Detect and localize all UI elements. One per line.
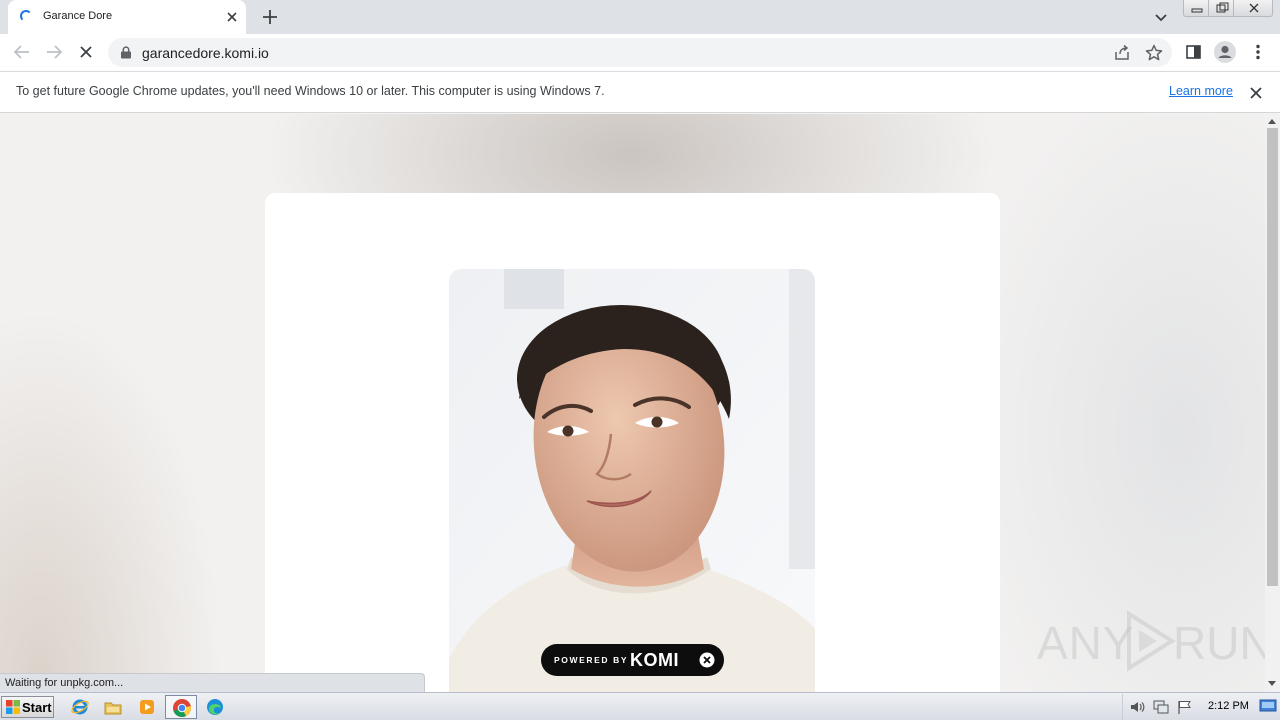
speaker-icon[interactable] <box>1129 699 1147 715</box>
windows-taskbar: Start 2:12 PM <box>0 692 1280 720</box>
minimize-button[interactable] <box>1183 0 1209 17</box>
loading-spinner-icon <box>20 10 32 22</box>
vertical-scrollbar[interactable] <box>1265 114 1280 692</box>
tab-title: Garance Dore <box>43 10 113 22</box>
stop-icon[interactable] <box>73 39 99 65</box>
profile-icon[interactable] <box>1212 39 1238 65</box>
play-logo-icon <box>1127 610 1176 672</box>
status-bubble: Waiting for unpkg.com... <box>0 673 425 692</box>
watermark-text-right: RUN <box>1173 617 1265 669</box>
scroll-thumb[interactable] <box>1267 128 1278 586</box>
status-text: Waiting for unpkg.com... <box>5 677 124 689</box>
share-icon[interactable] <box>1111 42 1133 64</box>
close-icon[interactable] <box>222 7 242 27</box>
forward-arrow-icon[interactable] <box>41 39 67 65</box>
clock[interactable]: 2:12 PM <box>1208 700 1249 712</box>
new-tab-button[interactable] <box>259 6 281 28</box>
folder-icon[interactable] <box>103 697 123 717</box>
powered-by-label: POWERED BY <box>554 655 629 665</box>
anyrun-watermark: ANY RUN <box>1037 608 1265 678</box>
browser-tab[interactable]: Garance Dore <box>8 0 246 34</box>
page-content: POWERED BY KOMI ANY RUN Waiting for unpk… <box>0 114 1265 692</box>
media-player-icon[interactable] <box>137 697 157 717</box>
scroll-up-arrow-icon[interactable] <box>1268 119 1276 124</box>
windows-flag-icon <box>6 700 20 714</box>
address-bar[interactable]: garancedore.komi.io <box>108 38 1172 67</box>
close-icon[interactable] <box>699 652 715 668</box>
start-button[interactable]: Start <box>1 696 54 718</box>
chrome-icon <box>173 699 192 717</box>
url-text[interactable]: garancedore.komi.io <box>142 45 269 61</box>
scroll-down-arrow-icon[interactable] <box>1268 681 1276 686</box>
komi-logo: KOMI <box>630 650 679 670</box>
infobar-message: To get future Google Chrome updates, you… <box>16 84 605 98</box>
lock-icon[interactable] <box>120 46 132 59</box>
chevron-down-icon[interactable] <box>1151 7 1171 27</box>
profile-card: POWERED BY KOMI <box>265 193 1000 692</box>
close-icon[interactable] <box>1246 83 1266 103</box>
browser-toolbar: garancedore.komi.io <box>0 34 1280 71</box>
start-label: Start <box>22 700 52 715</box>
side-panel-icon[interactable] <box>1181 39 1207 65</box>
show-desktop-icon[interactable] <box>1259 698 1277 714</box>
chrome-taskbar-button[interactable] <box>165 695 197 719</box>
network-icon[interactable] <box>1152 699 1170 715</box>
profile-photo: POWERED BY KOMI <box>449 269 815 692</box>
menu-icon[interactable] <box>1245 39 1271 65</box>
close-icon <box>1249 3 1259 13</box>
star-icon[interactable] <box>1143 42 1165 64</box>
portrait-image <box>449 269 815 692</box>
powered-by-komi-badge[interactable]: POWERED BY KOMI <box>541 644 724 676</box>
ie-icon[interactable] <box>70 697 90 717</box>
minimize-icon <box>1191 8 1203 13</box>
edge-icon[interactable] <box>205 697 225 717</box>
system-tray <box>1122 694 1280 720</box>
tab-strip: Garance Dore <box>0 0 1280 34</box>
flag-icon[interactable] <box>1176 699 1194 715</box>
window-close-button[interactable] <box>1233 0 1273 17</box>
back-arrow-icon[interactable] <box>9 39 35 65</box>
learn-more-link[interactable]: Learn more <box>1169 84 1233 98</box>
restore-icon <box>1216 2 1229 13</box>
restore-button[interactable] <box>1208 0 1234 17</box>
update-infobar: To get future Google Chrome updates, you… <box>0 71 1280 113</box>
